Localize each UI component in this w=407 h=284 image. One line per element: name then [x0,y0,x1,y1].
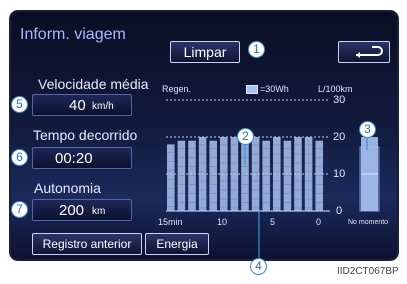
y-tick-30: 30 [333,94,346,106]
image-code: IID2CT067BP [337,266,399,277]
consumption-bar [230,137,239,211]
callout-3: 3 [359,121,376,138]
x-tick-15min: 15min [158,217,183,227]
consumption-bar [251,137,260,211]
x-tick-5: 5 [270,217,276,227]
now-label: No momento [348,219,389,226]
y-tick-20: 20 [333,131,346,143]
previous-record-button[interactable]: Registro anterior [32,233,142,255]
callout-7: 7 [11,201,28,218]
consumption-bar [198,137,207,211]
callout-1: 1 [248,41,265,58]
consumption-bar [304,137,313,211]
consumption-bar [220,137,228,211]
consumption-bar [167,144,175,211]
consumption-bar [273,137,281,211]
callout-2: 2 [237,128,254,145]
y-tick-10: 10 [333,168,346,180]
y-tick-0: 0 [336,205,343,217]
callout-6: 6 [11,149,28,166]
x-tick-0: 0 [316,217,322,227]
consumption-bar [294,137,302,211]
energy-button[interactable]: Energia [145,233,209,255]
callout-4: 4 [250,258,267,275]
x-tick-10: 10 [217,217,228,227]
callout-5: 5 [11,96,28,113]
